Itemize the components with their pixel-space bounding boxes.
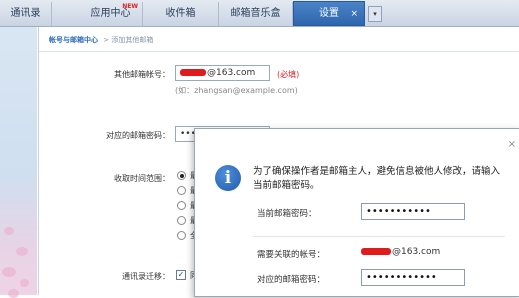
blossom-decoration bbox=[4, 227, 14, 235]
other-account-label: 其他邮箱帐号： bbox=[114, 70, 170, 79]
tab-contacts[interactable]: 通讯录 bbox=[0, 2, 52, 26]
divider bbox=[39, 51, 519, 52]
receive-range-radio[interactable] bbox=[177, 186, 186, 195]
linked-account-label: 需要关联的帐号： bbox=[257, 250, 326, 260]
tab-inbox[interactable]: 收件箱 bbox=[143, 2, 219, 26]
receive-range-radio[interactable] bbox=[177, 201, 186, 210]
blossom-decoration bbox=[16, 247, 28, 256]
blossom-decoration bbox=[2, 267, 16, 277]
left-background-column bbox=[0, 27, 37, 298]
linked-account-value: @163.com bbox=[361, 247, 440, 257]
breadcrumb-parent-link[interactable]: 帐号与邮箱中心 bbox=[49, 36, 98, 44]
contacts-migrate-checkbox[interactable]: ✓ bbox=[176, 270, 186, 280]
tab-app-center[interactable]: 应用中心 NEW bbox=[79, 2, 143, 26]
current-password-label: 当前邮箱密码： bbox=[257, 209, 317, 219]
breadcrumb: 帐号与邮箱中心 > 添加其他邮箱 bbox=[39, 35, 339, 47]
breadcrumb-current: 添加其他邮箱 bbox=[111, 36, 154, 44]
example-hint: (如：zhangsan@example.com) bbox=[175, 86, 298, 95]
redaction-mark bbox=[180, 69, 206, 76]
linked-password-label: 对应的邮箱密码： bbox=[257, 275, 326, 285]
divider bbox=[253, 236, 505, 237]
receive-range-label: 收取时间范围： bbox=[114, 174, 170, 183]
other-account-value: @163.com bbox=[207, 68, 256, 78]
required-mark: (必填) bbox=[277, 70, 300, 79]
blossom-decoration bbox=[20, 279, 29, 287]
tab-more-dropdown-icon[interactable]: ▾ bbox=[368, 6, 382, 22]
info-icon: i bbox=[215, 165, 241, 191]
linked-account-text: @163.com bbox=[392, 247, 441, 257]
tab-settings-label: 设置 bbox=[319, 8, 339, 19]
receive-range-radio[interactable] bbox=[177, 216, 186, 225]
receive-range-radio[interactable] bbox=[177, 171, 186, 180]
other-account-input[interactable]: @163.com bbox=[175, 65, 270, 81]
receive-range-radio[interactable] bbox=[177, 231, 186, 240]
current-password-input[interactable]: ••••••••••• bbox=[361, 203, 465, 220]
close-icon[interactable]: × bbox=[508, 139, 516, 150]
top-tab-bar: 通讯录 应用中心 NEW 收件箱 邮箱音乐盒 设置 × ▾ bbox=[0, 0, 519, 27]
password-verify-dialog: × i 为了确保操作者是邮箱主人，避免信息被他人修改，请输入当前邮箱密码。 当前… bbox=[194, 128, 519, 297]
close-icon[interactable]: × bbox=[350, 2, 358, 26]
password-label: 对应的邮箱密码： bbox=[106, 131, 170, 140]
new-badge: NEW bbox=[122, 3, 138, 10]
dialog-message: 为了确保操作者是邮箱主人，避免信息被他人修改，请输入当前邮箱密码。 bbox=[253, 166, 501, 191]
redaction-mark bbox=[361, 248, 391, 255]
tab-settings[interactable]: 设置 × bbox=[293, 1, 365, 26]
tab-music-box[interactable]: 邮箱音乐盒 bbox=[219, 2, 293, 26]
blossom-decoration bbox=[8, 289, 19, 298]
linked-password-input[interactable]: •••••••••••• bbox=[361, 269, 465, 286]
contacts-migrate-label: 通讯录迁移： bbox=[122, 272, 170, 281]
